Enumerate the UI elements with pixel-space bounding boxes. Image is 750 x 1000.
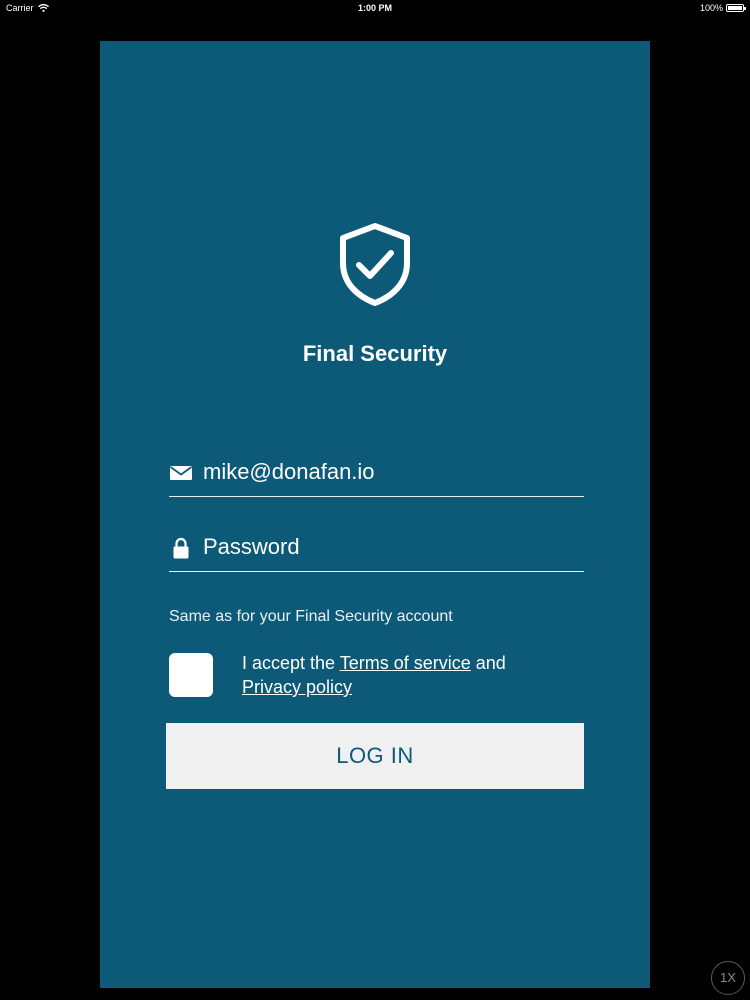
password-input[interactable] (203, 531, 573, 563)
account-hint: Same as for your Final Security account (169, 608, 453, 625)
lock-icon (173, 537, 189, 559)
accept-terms-checkbox[interactable] (169, 653, 213, 697)
scale-badge[interactable]: 1X (711, 961, 745, 995)
battery-percent: 100% (699, 3, 723, 13)
login-button[interactable]: LOG IN (166, 723, 584, 789)
app-title: Final Security (302, 341, 448, 366)
terms-of-service-link[interactable]: Terms of service (340, 653, 471, 673)
terms-middle: and (470, 653, 506, 673)
privacy-policy-link[interactable]: Privacy policy (242, 677, 352, 697)
envelope-icon (169, 466, 193, 480)
login-panel: Final Security Same as for your Final Se… (100, 41, 650, 988)
terms-prefix: I accept the (242, 653, 340, 673)
status-right: 100% (699, 3, 746, 13)
shield-check-icon (340, 223, 410, 306)
email-input[interactable] (203, 456, 573, 488)
status-time: 1:00 PM (357, 3, 392, 13)
status-bar: Carrier 1:00 PM 100% (0, 0, 750, 16)
battery-fill (728, 6, 742, 10)
email-field (169, 452, 584, 497)
password-field (169, 527, 584, 572)
battery-icon (726, 4, 746, 12)
terms-text: I accept the Terms of service and Privacy… (242, 651, 572, 699)
